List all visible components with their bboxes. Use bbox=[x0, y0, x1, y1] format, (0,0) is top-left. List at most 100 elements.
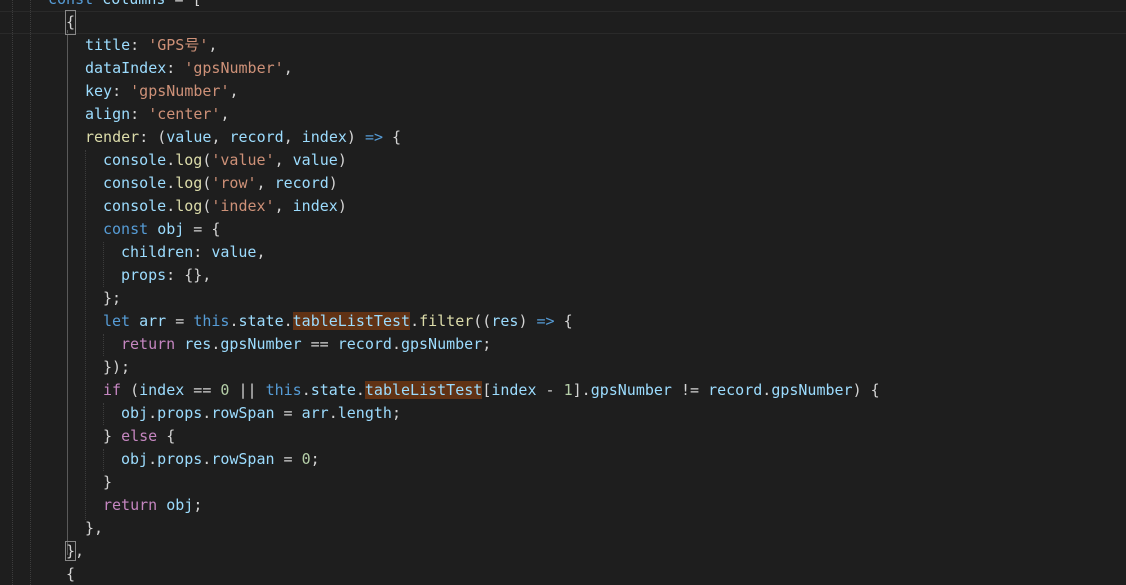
code-token: ; bbox=[310, 450, 320, 468]
code-token: . bbox=[166, 197, 176, 215]
code-token: . bbox=[391, 335, 401, 353]
code-editor[interactable]: const columns = [ { title: 'GPS号', dataI… bbox=[0, 0, 1126, 585]
code-token: , bbox=[220, 105, 230, 123]
code-line-current[interactable]: { bbox=[0, 10, 1126, 35]
indent-guide bbox=[67, 30, 68, 555]
code-token: ; bbox=[391, 404, 401, 422]
code-token: } bbox=[103, 427, 122, 445]
code-line[interactable]: const columns = [ bbox=[48, 0, 202, 11]
code-token: } bbox=[103, 473, 113, 491]
code-token: props bbox=[157, 450, 203, 468]
code-token: - bbox=[536, 381, 564, 399]
code-token: state bbox=[310, 381, 356, 399]
code-token: 'gpsNumber' bbox=[184, 59, 284, 77]
code-token: return bbox=[121, 335, 176, 353]
code-token: }); bbox=[103, 358, 131, 376]
code-token: index bbox=[301, 128, 347, 146]
code-token: ( bbox=[121, 381, 140, 399]
code-line[interactable]: return res.gpsNumber == record.gpsNumber… bbox=[121, 333, 491, 356]
code-token: = [ bbox=[174, 0, 201, 8]
code-token: } bbox=[64, 541, 77, 561]
code-token: console bbox=[103, 174, 167, 192]
code-token: ) bbox=[337, 197, 347, 215]
code-line[interactable]: key: 'gpsNumber', bbox=[85, 80, 239, 103]
code-token: obj bbox=[121, 450, 149, 468]
code-token: ]. bbox=[572, 381, 591, 399]
code-token: record bbox=[708, 381, 763, 399]
code-token: : bbox=[112, 82, 131, 100]
code-line[interactable]: obj.props.rowSpan = arr.length; bbox=[121, 402, 401, 425]
indent-guide bbox=[103, 242, 104, 287]
code-token: arr bbox=[301, 404, 329, 422]
code-line[interactable]: children: value, bbox=[121, 241, 266, 264]
code-token: console bbox=[103, 151, 167, 169]
code-token: . bbox=[166, 174, 176, 192]
indent-guide bbox=[85, 150, 86, 520]
code-line[interactable]: obj.props.rowSpan = 0; bbox=[121, 448, 320, 471]
code-token: index bbox=[292, 197, 338, 215]
code-line[interactable]: render: (value, record, index) => { bbox=[85, 126, 401, 149]
code-line[interactable]: } bbox=[103, 471, 112, 494]
code-token: res bbox=[491, 312, 519, 330]
code-line[interactable]: }, bbox=[64, 540, 84, 563]
code-token: obj bbox=[157, 220, 185, 238]
code-line[interactable]: const obj = { bbox=[103, 218, 220, 241]
code-token: key bbox=[85, 82, 113, 100]
code-token: : bbox=[130, 105, 149, 123]
code-token: align bbox=[85, 105, 131, 123]
code-token: = bbox=[274, 450, 302, 468]
code-token: 'value' bbox=[211, 151, 275, 169]
code-line[interactable]: if (index == 0 || this.state.tableListTe… bbox=[103, 379, 880, 402]
code-token: , bbox=[283, 59, 293, 77]
code-token: console bbox=[103, 197, 167, 215]
code-line[interactable]: title: 'GPS号', bbox=[85, 34, 217, 57]
indent-guide bbox=[103, 403, 104, 425]
code-line[interactable]: align: 'center', bbox=[85, 103, 230, 126]
code-line[interactable]: console.log('index', index) bbox=[103, 195, 347, 218]
code-token: { bbox=[64, 10, 77, 35]
code-token: log bbox=[175, 174, 203, 192]
code-token: , bbox=[211, 128, 230, 146]
code-line[interactable]: props: {}, bbox=[121, 264, 211, 287]
code-token: index bbox=[139, 381, 185, 399]
indent-guide bbox=[12, 0, 13, 585]
code-token: rowSpan bbox=[211, 450, 275, 468]
code-token: 0 bbox=[301, 450, 311, 468]
code-token: gpsNumber bbox=[590, 381, 672, 399]
code-token: => bbox=[536, 312, 555, 330]
code-token: rowSpan bbox=[211, 404, 275, 422]
code-token: = { bbox=[184, 220, 221, 238]
code-token: return bbox=[103, 496, 158, 514]
code-token: res bbox=[184, 335, 212, 353]
code-token: index bbox=[491, 381, 537, 399]
code-token: (( bbox=[473, 312, 492, 330]
code-token: : bbox=[130, 36, 149, 54]
code-line[interactable]: console.log('row', record) bbox=[103, 172, 338, 195]
code-line[interactable]: }; bbox=[103, 287, 121, 310]
code-line[interactable]: }); bbox=[103, 356, 130, 379]
code-token: length bbox=[337, 404, 392, 422]
code-line[interactable]: let arr = this.state.tableListTest.filte… bbox=[103, 310, 573, 333]
code-line[interactable]: dataIndex: 'gpsNumber', bbox=[85, 57, 293, 80]
code-line[interactable]: console.log('value', value) bbox=[103, 149, 347, 172]
code-line[interactable]: } else { bbox=[103, 425, 175, 448]
code-token: ) { bbox=[852, 381, 880, 399]
code-token: = bbox=[166, 312, 194, 330]
code-line[interactable]: }, bbox=[85, 517, 103, 540]
code-token: . bbox=[301, 381, 311, 399]
code-line[interactable]: return obj; bbox=[103, 494, 202, 517]
code-token: gpsNumber bbox=[220, 335, 302, 353]
code-token: . bbox=[211, 335, 221, 353]
code-token: : ( bbox=[139, 128, 167, 146]
code-line[interactable]: { bbox=[66, 563, 75, 585]
code-token: obj bbox=[121, 404, 149, 422]
code-token: . bbox=[328, 404, 338, 422]
code-token: columns bbox=[102, 0, 165, 8]
code-token: log bbox=[175, 197, 203, 215]
code-token: record bbox=[337, 335, 392, 353]
code-token: , bbox=[274, 151, 293, 169]
code-token: 'index' bbox=[211, 197, 275, 215]
code-token: 1 bbox=[563, 381, 573, 399]
code-token: { bbox=[554, 312, 573, 330]
code-token: || bbox=[229, 381, 266, 399]
